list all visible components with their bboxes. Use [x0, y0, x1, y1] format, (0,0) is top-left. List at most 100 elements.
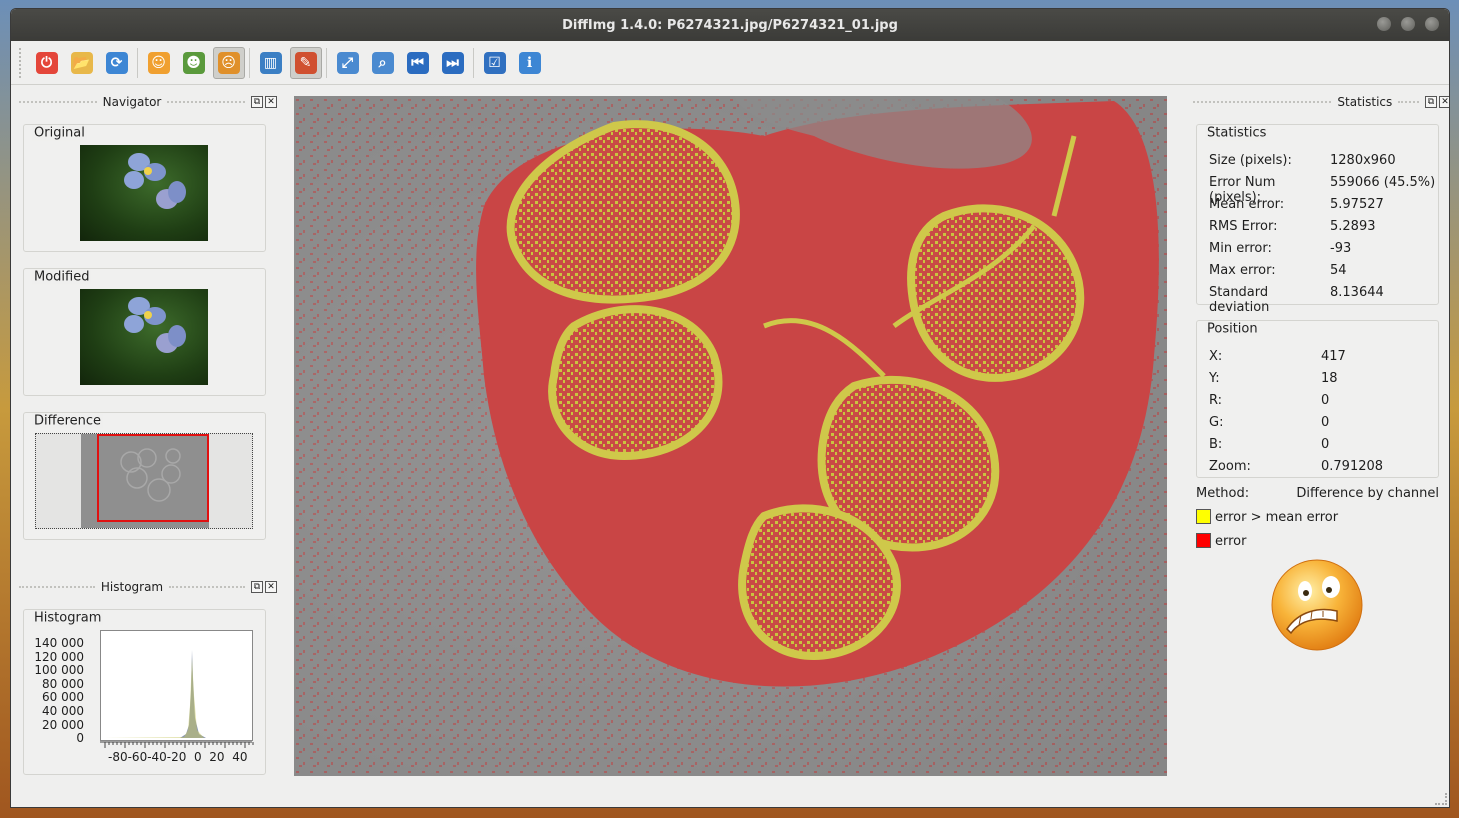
refresh-button[interactable]: ⟳ [101, 47, 133, 79]
statistics-key: Standard deviation [1209, 285, 1270, 315]
position-key: Zoom: [1209, 459, 1251, 474]
dual-panel-button[interactable]: ▥ [255, 47, 287, 79]
viewport-rectangle[interactable] [97, 434, 209, 522]
statistics-dock-title[interactable]: Statistics ⧉ ✕ [1187, 93, 1449, 111]
close-icon[interactable]: ✕ [265, 96, 277, 108]
position-value: 0.791208 [1321, 459, 1384, 474]
position-key: G: [1209, 415, 1224, 430]
previous-button[interactable]: ⏮ [402, 47, 434, 79]
toolbar-separator [473, 47, 474, 78]
histogram-dock-title[interactable]: Histogram ⧉ ✕ [13, 578, 277, 596]
zoom-original-button[interactable]: ⌕ [367, 47, 399, 79]
statistics-key: Mean error: [1209, 197, 1285, 212]
toolbar-separator [249, 47, 250, 78]
open-folder-button[interactable]: 📂 [66, 47, 98, 79]
histogram-plot [100, 630, 254, 748]
position-key: X: [1209, 349, 1223, 364]
position-row: G: 0 [1209, 415, 1329, 430]
show-modified-icon: ☻ [182, 51, 205, 74]
statistics-row: Max error: 54 [1209, 263, 1347, 278]
about-button[interactable]: ℹ [514, 47, 546, 79]
method-value: Difference by channel [1296, 486, 1439, 501]
previous-icon: ⏮ [406, 51, 429, 74]
histogram-y-tick: 20 000 [42, 717, 84, 732]
position-key: Y: [1209, 371, 1220, 386]
float-icon[interactable]: ⧉ [1425, 96, 1437, 108]
statistics-row: Min error: -93 [1209, 241, 1351, 256]
statistics-group: Statistics Size (pixels): 1280x960 Error N… [1196, 124, 1439, 315]
original-group: Original [23, 124, 266, 252]
histogram-y-tick: 60 000 [42, 690, 84, 705]
resize-grip[interactable] [1435, 793, 1447, 805]
histogram-y-tick: 120 000 [34, 649, 84, 664]
position-value: 0 [1321, 415, 1330, 430]
toolbar-grip[interactable] [19, 47, 23, 78]
quit-icon: ⏻ [35, 51, 58, 74]
next-button[interactable]: ⏭ [437, 47, 469, 79]
close-button[interactable] [1425, 17, 1439, 31]
refresh-icon: ⟳ [105, 51, 128, 74]
window-controls [1377, 17, 1439, 31]
modified-label: Modified [32, 269, 92, 285]
position-key: B: [1209, 437, 1223, 452]
minimize-button[interactable] [1377, 17, 1391, 31]
position-row: R: 0 [1209, 393, 1329, 408]
modified-group: Modified [23, 268, 266, 396]
unhappy-face-icon [1271, 559, 1363, 651]
toolbar-separator [137, 47, 138, 78]
close-icon[interactable]: ✕ [265, 581, 277, 593]
legend-mean: error > mean error [1196, 509, 1338, 525]
window-title: DiffImg 1.4.0: P6274321.jpg/P6274321_01.… [562, 17, 898, 33]
position-row: X: 417 [1209, 349, 1346, 364]
legend-swatch-yellow [1196, 509, 1211, 524]
legend-error-label: error [1215, 534, 1247, 549]
statistics-value: 54 [1330, 263, 1347, 278]
statistics-key: Min error: [1209, 241, 1272, 256]
navigator-dock-title[interactable]: Navigator ⧉ ✕ [13, 93, 277, 111]
histogram-y-tick: 100 000 [34, 663, 84, 678]
preferences-button[interactable]: ☑ [479, 47, 511, 79]
original-thumbnail[interactable] [80, 145, 208, 241]
show-original-button[interactable]: ☺ [143, 47, 175, 79]
difference-group: Difference [23, 412, 266, 540]
preferences-icon: ☑ [483, 51, 506, 74]
position-row: B: 0 [1209, 437, 1329, 452]
position-value: 18 [1321, 371, 1338, 386]
histogram-group: Histogram 140 000 120 000 100 000 80 000 60 … [23, 609, 266, 775]
position-group-label: Position [1205, 321, 1260, 337]
app-window: DiffImg 1.4.0: P6274321.jpg/P6274321_01.… [10, 8, 1450, 808]
statistics-value: 1280x960 [1330, 153, 1396, 168]
save-difference-button[interactable]: ✎ [289, 46, 322, 79]
open-folder-icon: 📂 [70, 51, 93, 74]
statistics-key: RMS Error: [1209, 219, 1278, 234]
position-row: Y: 18 [1209, 371, 1338, 386]
float-icon[interactable]: ⧉ [251, 96, 263, 108]
maximize-button[interactable] [1401, 17, 1415, 31]
show-modified-button[interactable]: ☻ [178, 47, 210, 79]
method-label: Method: [1196, 486, 1250, 501]
difference-label: Difference [32, 413, 104, 429]
float-icon[interactable]: ⧉ [251, 581, 263, 593]
histogram-group-label: Histogram [32, 610, 104, 626]
statistics-value: 5.97527 [1330, 197, 1384, 212]
about-icon: ℹ [518, 51, 541, 74]
difference-image-view[interactable] [294, 96, 1167, 776]
quit-button[interactable]: ⏻ [31, 47, 63, 79]
statistics-row: Mean error: 5.97527 [1209, 197, 1384, 212]
position-row: Zoom: 0.791208 [1209, 459, 1383, 474]
title-bar: DiffImg 1.4.0: P6274321.jpg/P6274321_01.… [11, 9, 1449, 41]
save-difference-icon: ✎ [294, 51, 317, 74]
modified-thumbnail[interactable] [80, 289, 208, 385]
difference-navigator-frame[interactable] [35, 433, 253, 529]
statistics-row: RMS Error: 5.2893 [1209, 219, 1376, 234]
position-value: 417 [1321, 349, 1346, 364]
histogram-y-tick: 40 000 [42, 704, 84, 718]
difference-image [294, 96, 1167, 776]
statistics-key: Max error: [1209, 263, 1276, 278]
toolbar: ⏻ 📂 ⟳ ☺ ☻ ☹ ▥ ✎ ⤢ ⌕ ⏮ ⏭ ☑ ℹ [11, 41, 1449, 85]
fit-to-window-button[interactable]: ⤢ [332, 47, 364, 79]
histogram-y-tick: 80 000 [42, 676, 84, 691]
show-difference-button[interactable]: ☹ [212, 46, 245, 79]
navigator-title: Navigator [102, 95, 162, 109]
close-icon[interactable]: ✕ [1439, 96, 1449, 108]
